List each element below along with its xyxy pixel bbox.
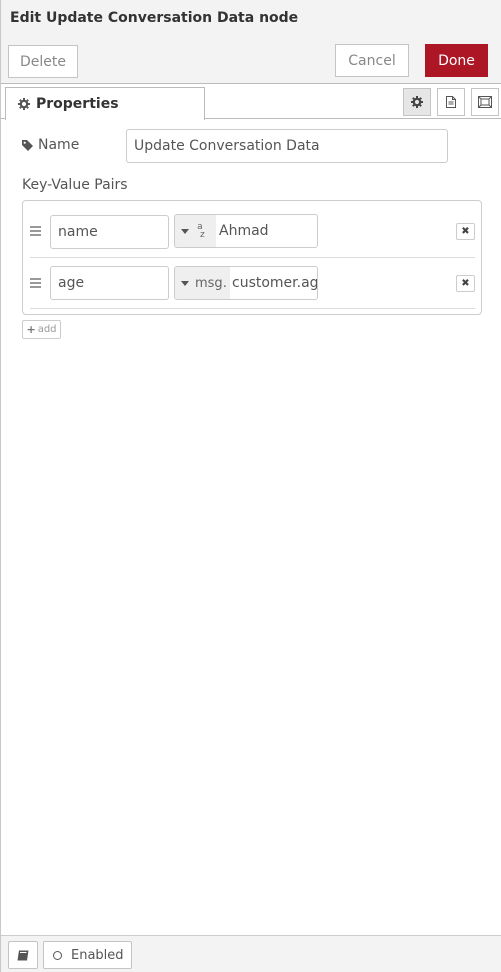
enabled-label: Enabled bbox=[71, 947, 124, 963]
drag-handle[interactable] bbox=[30, 278, 41, 288]
gear-icon bbox=[411, 96, 423, 108]
delete-button[interactable]: Delete bbox=[8, 45, 78, 78]
document-icon bbox=[446, 96, 456, 108]
edit-tray: Edit Update Conversation Data node Delet… bbox=[0, 0, 501, 972]
row-divider bbox=[30, 257, 475, 258]
key-value-pairs-label: Key-Value Pairs bbox=[22, 177, 128, 193]
cancel-button[interactable]: Cancel bbox=[335, 44, 409, 77]
tray-header: Edit Update Conversation Data node Delet… bbox=[1, 0, 501, 84]
caret-down-icon bbox=[181, 280, 189, 286]
done-button[interactable]: Done bbox=[425, 44, 488, 77]
description-tab-button[interactable] bbox=[437, 88, 465, 116]
frame-icon bbox=[478, 96, 492, 108]
value-input[interactable]: Ahmad bbox=[219, 215, 269, 247]
type-select[interactable]: msg. bbox=[175, 267, 230, 299]
book-icon bbox=[17, 950, 29, 961]
drag-handle[interactable] bbox=[30, 226, 41, 236]
value-typed-input[interactable]: az Ahmad bbox=[174, 214, 318, 248]
tab-properties[interactable]: Properties bbox=[5, 87, 205, 120]
name-label-row: Name bbox=[22, 137, 79, 153]
key-input[interactable]: name bbox=[50, 215, 169, 249]
node-help-button[interactable] bbox=[8, 941, 38, 969]
tray-title: Edit Update Conversation Data node bbox=[10, 10, 299, 26]
key-input[interactable]: age bbox=[50, 266, 169, 300]
value-input[interactable]: customer.age bbox=[232, 267, 317, 299]
plus-icon: + bbox=[26, 323, 36, 336]
remove-row-button[interactable]: ✖ bbox=[456, 275, 475, 292]
name-input[interactable]: Update Conversation Data bbox=[126, 129, 448, 163]
string-type-icon: az bbox=[197, 222, 205, 240]
tag-icon bbox=[22, 139, 33, 151]
close-icon: ✖ bbox=[461, 226, 470, 237]
gear-icon bbox=[18, 98, 30, 110]
tab-properties-label: Properties bbox=[36, 96, 119, 112]
type-prefix-label: msg. bbox=[195, 275, 227, 291]
circle-toggle-icon bbox=[53, 950, 62, 960]
row-divider bbox=[30, 308, 475, 309]
enabled-toggle-button[interactable]: Enabled bbox=[43, 941, 132, 969]
add-label: add bbox=[37, 324, 57, 335]
close-icon: ✖ bbox=[461, 278, 470, 289]
add-pair-button[interactable]: + add bbox=[22, 320, 61, 339]
type-select[interactable]: az bbox=[175, 215, 216, 247]
value-typed-input[interactable]: msg. customer.age bbox=[174, 266, 318, 300]
remove-row-button[interactable]: ✖ bbox=[456, 223, 475, 240]
name-label: Name bbox=[38, 137, 80, 153]
appearance-tab-button[interactable] bbox=[471, 88, 499, 116]
caret-down-icon bbox=[181, 228, 189, 234]
settings-tab-button[interactable] bbox=[403, 88, 431, 116]
